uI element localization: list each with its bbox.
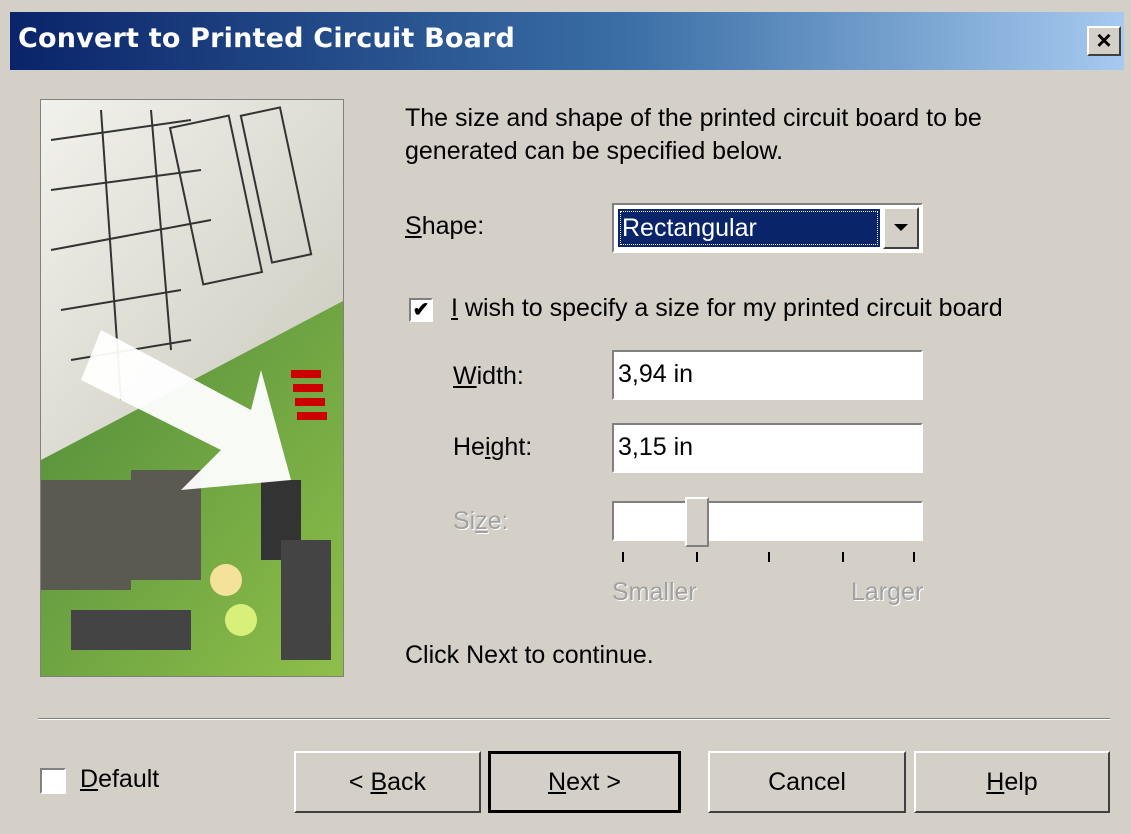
specify-size-checkbox[interactable]: ✔ bbox=[409, 298, 433, 322]
shape-selected-value: Rectangular bbox=[618, 209, 880, 247]
wizard-illustration bbox=[40, 99, 344, 677]
default-checkbox[interactable] bbox=[40, 768, 66, 794]
slider-tick bbox=[622, 552, 624, 562]
close-icon: × bbox=[1096, 25, 1112, 55]
size-slider-thumb[interactable] bbox=[685, 497, 709, 547]
width-label: Width: bbox=[453, 362, 524, 390]
size-slider-track[interactable] bbox=[612, 501, 923, 541]
pcb-illustration-image bbox=[41, 100, 343, 676]
next-button[interactable]: Next > bbox=[488, 751, 681, 813]
size-label: Size: bbox=[453, 507, 509, 535]
slider-tick bbox=[768, 552, 770, 562]
chevron-down-icon[interactable] bbox=[883, 207, 919, 249]
intro-text: The size and shape of the printed circui… bbox=[405, 104, 982, 165]
slider-tick bbox=[842, 552, 844, 562]
close-button[interactable]: × bbox=[1087, 26, 1121, 56]
shape-label: Shape: bbox=[405, 212, 485, 240]
separator bbox=[38, 718, 1110, 720]
back-button[interactable]: < Back bbox=[294, 751, 481, 813]
width-input[interactable]: 3,94 in bbox=[612, 350, 923, 400]
slider-max-label: Larger bbox=[851, 578, 924, 606]
default-label: Default bbox=[80, 765, 160, 793]
help-button[interactable]: Help bbox=[914, 751, 1110, 813]
slider-min-label: Smaller bbox=[612, 578, 697, 606]
title-bar[interactable]: Convert to Printed Circuit Board × bbox=[10, 12, 1124, 70]
slider-tick bbox=[913, 552, 915, 562]
height-label: Height: bbox=[453, 433, 533, 461]
top-border bbox=[0, 0, 1131, 12]
slider-tick bbox=[696, 552, 698, 562]
height-input[interactable]: 3,15 in bbox=[612, 423, 923, 473]
window-title: Convert to Printed Circuit Board bbox=[18, 23, 516, 54]
specify-size-label: I wish to specify a size for my printed … bbox=[451, 294, 1003, 322]
continue-text: Click Next to continue. bbox=[405, 641, 654, 669]
shape-dropdown[interactable]: Rectangular bbox=[612, 203, 923, 253]
cancel-button[interactable]: Cancel bbox=[708, 751, 906, 813]
